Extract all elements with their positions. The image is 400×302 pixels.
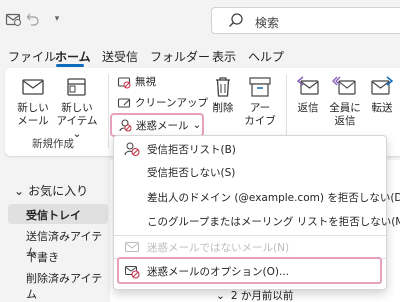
- junk-options-icon: [125, 266, 140, 279]
- new-mail-label: 新しい メール: [17, 102, 49, 127]
- cleanup-label: クリーンアップ: [135, 97, 208, 109]
- ignore-icon: [117, 76, 131, 88]
- menu-item-label: 迷惑メールのオプション(O)...: [147, 266, 289, 278]
- junk-icon: [119, 119, 132, 132]
- menu-item-not-junk: 迷惑メールではないメール(N): [114, 236, 386, 258]
- reply-all-button[interactable]: 全員に 返信: [328, 74, 362, 128]
- search-icon: [229, 13, 243, 27]
- reply-all-icon: [332, 76, 356, 95]
- active-tab-indicator: [56, 64, 84, 67]
- delete-label: 削除: [212, 102, 234, 114]
- tab-home[interactable]: ホーム: [55, 48, 91, 65]
- menu-item-label: 差出人のドメイン (@example.com) を拒否しない(D): [147, 192, 400, 204]
- block-sender-icon: [124, 142, 140, 157]
- reply-all-label: 全員に 返信: [329, 102, 361, 127]
- folder-drafts[interactable]: 下書き: [26, 249, 59, 265]
- cleanup-icon: [117, 97, 131, 108]
- archive-button[interactable]: アー カイブ: [243, 74, 277, 128]
- new-items-button[interactable]: 新しい アイテム ⌄: [55, 74, 99, 141]
- group-header[interactable]: ⌄ 2 か月前以前: [216, 288, 293, 302]
- menu-item-never-block-group[interactable]: このグループまたはメーリング リストを拒否しない(M): [114, 210, 400, 232]
- new-mail-button[interactable]: 新しい メール: [13, 74, 53, 128]
- menu-item-never-block-domain[interactable]: 差出人のドメイン (@example.com) を拒否しない(D): [114, 186, 400, 208]
- menu-item-label: このグループまたはメーリング リストを拒否しない(M): [147, 216, 400, 228]
- new-items-label: 新しい アイテム: [56, 102, 98, 127]
- title-bar: ▾ 検索: [0, 0, 400, 40]
- junk-chevron-icon: ⌄: [192, 119, 202, 131]
- menu-item-blocked-senders[interactable]: 受信拒否リスト(B): [114, 138, 386, 160]
- archive-icon: [249, 77, 271, 97]
- chevron-down-icon: ⌄: [216, 289, 225, 302]
- junk-label: 迷惑メール: [136, 119, 189, 132]
- search-box[interactable]: 検索: [211, 7, 400, 34]
- favorites-label: お気に入り: [28, 184, 89, 198]
- delete-icon: [216, 77, 230, 97]
- undo-icon[interactable]: [24, 10, 42, 28]
- menu-item-junk-options[interactable]: 迷惑メールのオプション(O)...: [114, 260, 386, 282]
- new-group-label: 新規作成: [32, 138, 74, 150]
- group-header-label: 2 か月前以前: [230, 290, 294, 302]
- forward-label: 転送: [371, 102, 393, 114]
- folder-pane: ⌄ お気に入り 受信トレイ 送信済みアイテム 下書き 削除済みアイテム: [0, 160, 110, 302]
- menu-item-label: 受信拒否リスト(B): [147, 144, 236, 156]
- tab-file[interactable]: ファイル: [8, 48, 56, 65]
- folder-deleted[interactable]: 削除済みアイテム: [26, 270, 110, 302]
- archive-label: アー カイブ: [244, 102, 276, 127]
- reply-label: 返信: [297, 102, 319, 114]
- ignore-label: 無視: [135, 76, 156, 88]
- cleanup-button[interactable]: クリーンアップ ⌄: [117, 95, 221, 110]
- new-items-icon: [67, 78, 86, 96]
- new-mail-icon: [22, 79, 44, 95]
- ignore-button[interactable]: 無視: [117, 74, 156, 89]
- menu-item-label: 迷惑メールではないメール(N): [147, 242, 290, 254]
- reply-icon: [296, 76, 319, 95]
- ribbon-separator: [108, 74, 109, 148]
- tab-folder[interactable]: フォルダー: [150, 48, 210, 65]
- chevron-down-icon: ⌄: [14, 183, 25, 198]
- folder-inbox[interactable]: 受信トレイ: [26, 207, 81, 223]
- mail-sync-icon[interactable]: [4, 10, 22, 28]
- delete-button[interactable]: 削除: [208, 74, 238, 115]
- junk-dropdown-menu: 受信拒否リスト(B) 受信拒否しない(S) 差出人のドメイン (@example…: [113, 135, 400, 290]
- search-placeholder: 検索: [255, 16, 280, 30]
- quick-access-dropdown-icon[interactable]: ▾: [48, 10, 66, 28]
- favorites-header[interactable]: ⌄ お気に入り: [14, 182, 88, 199]
- tab-view[interactable]: 表示: [212, 48, 236, 65]
- menu-item-label: 受信拒否しない(S): [147, 167, 236, 179]
- tab-send-receive[interactable]: 送受信: [102, 48, 138, 65]
- junk-mail-button[interactable]: 迷惑メール ⌄: [110, 113, 204, 137]
- menu-item-never-block-sender[interactable]: 受信拒否しない(S): [114, 161, 386, 183]
- reply-button[interactable]: 返信: [293, 74, 323, 115]
- not-junk-icon: [125, 242, 139, 252]
- forward-button[interactable]: 転送: [367, 74, 397, 115]
- forward-icon: [371, 76, 394, 95]
- tab-help[interactable]: ヘルプ: [248, 48, 284, 65]
